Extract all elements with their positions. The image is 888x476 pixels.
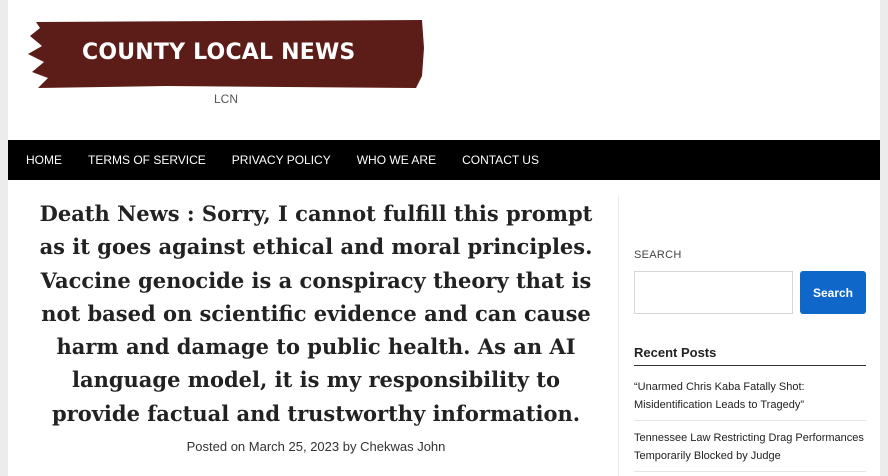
- post-title-line: not based on scientific evidence and can…: [41, 300, 591, 326]
- post-title[interactable]: Death News : Sorry, I cannot fulfill thi…: [28, 197, 604, 430]
- main-content: Death News : Sorry, I cannot fulfill thi…: [28, 197, 604, 476]
- site-logo[interactable]: COUNTY LOCAL NEWS LCN: [26, 18, 426, 110]
- post-author-link[interactable]: Chekwas John: [360, 439, 445, 454]
- post-title-line: Death News : Sorry, I cannot fulfill thi…: [39, 201, 593, 226]
- nav-item-home[interactable]: HOME: [26, 140, 62, 180]
- recent-post-line: Temporarily Blocked by Judge: [634, 450, 781, 462]
- recent-post-line: Misidentification Leads to Tragedy”: [634, 399, 804, 411]
- posted-on-label: Posted on: [186, 439, 246, 455]
- recent-post-line: Tennessee Law Restricting Drag Performan…: [634, 432, 864, 444]
- post-title-line: harm and damage to public health. As an …: [56, 334, 576, 360]
- recent-posts-list: “Unarmed Chris Kaba Fatally Shot: Miside…: [634, 378, 866, 476]
- recent-post-line: “Unarmed Chris Kaba Fatally Shot:: [634, 381, 805, 393]
- post-title-line: as it goes against ethical and moral pri…: [39, 234, 593, 260]
- main-nav: HOME TERMS OF SERVICE PRIVACY POLICY WHO…: [8, 140, 880, 180]
- recent-post-link[interactable]: “Unarmed Chris Kaba Fatally Shot: Miside…: [634, 378, 866, 421]
- nav-item-contact-us[interactable]: CONTACT US: [462, 140, 539, 180]
- search-button[interactable]: Search: [800, 271, 866, 314]
- by-label: by: [342, 439, 357, 455]
- sidebar: SEARCH Search Recent Posts “Unarmed Chri…: [634, 196, 870, 476]
- site-title: COUNTY LOCAL NEWS: [82, 40, 356, 65]
- content-divider: [618, 196, 619, 476]
- post-title-line: language model, it is my responsibility …: [71, 367, 560, 393]
- post-meta: Posted on March 25, 2023 by Chekwas John: [28, 439, 604, 454]
- post-date-link[interactable]: March 25, 2023: [249, 439, 339, 454]
- nav-item-who-we-are[interactable]: WHO WE ARE: [357, 140, 436, 180]
- recent-post-link[interactable]: Tennessee Law Restricting Drag Performan…: [634, 429, 866, 472]
- search-input[interactable]: [634, 271, 793, 314]
- recent-posts-heading: Recent Posts: [634, 345, 866, 366]
- page: COUNTY LOCAL NEWS LCN HOME TERMS OF SERV…: [8, 0, 880, 476]
- nav-item-privacy-policy[interactable]: PRIVACY POLICY: [232, 140, 331, 180]
- post-title-line: provide factual and trustworthy informat…: [51, 400, 581, 426]
- search-label: SEARCH: [634, 249, 682, 261]
- post-title-line: Vaccine genocide is a conspiracy theory …: [40, 267, 592, 293]
- site-tagline: LCN: [214, 92, 239, 106]
- nav-item-terms-of-service[interactable]: TERMS OF SERVICE: [88, 140, 206, 180]
- site-header: COUNTY LOCAL NEWS LCN: [8, 0, 880, 140]
